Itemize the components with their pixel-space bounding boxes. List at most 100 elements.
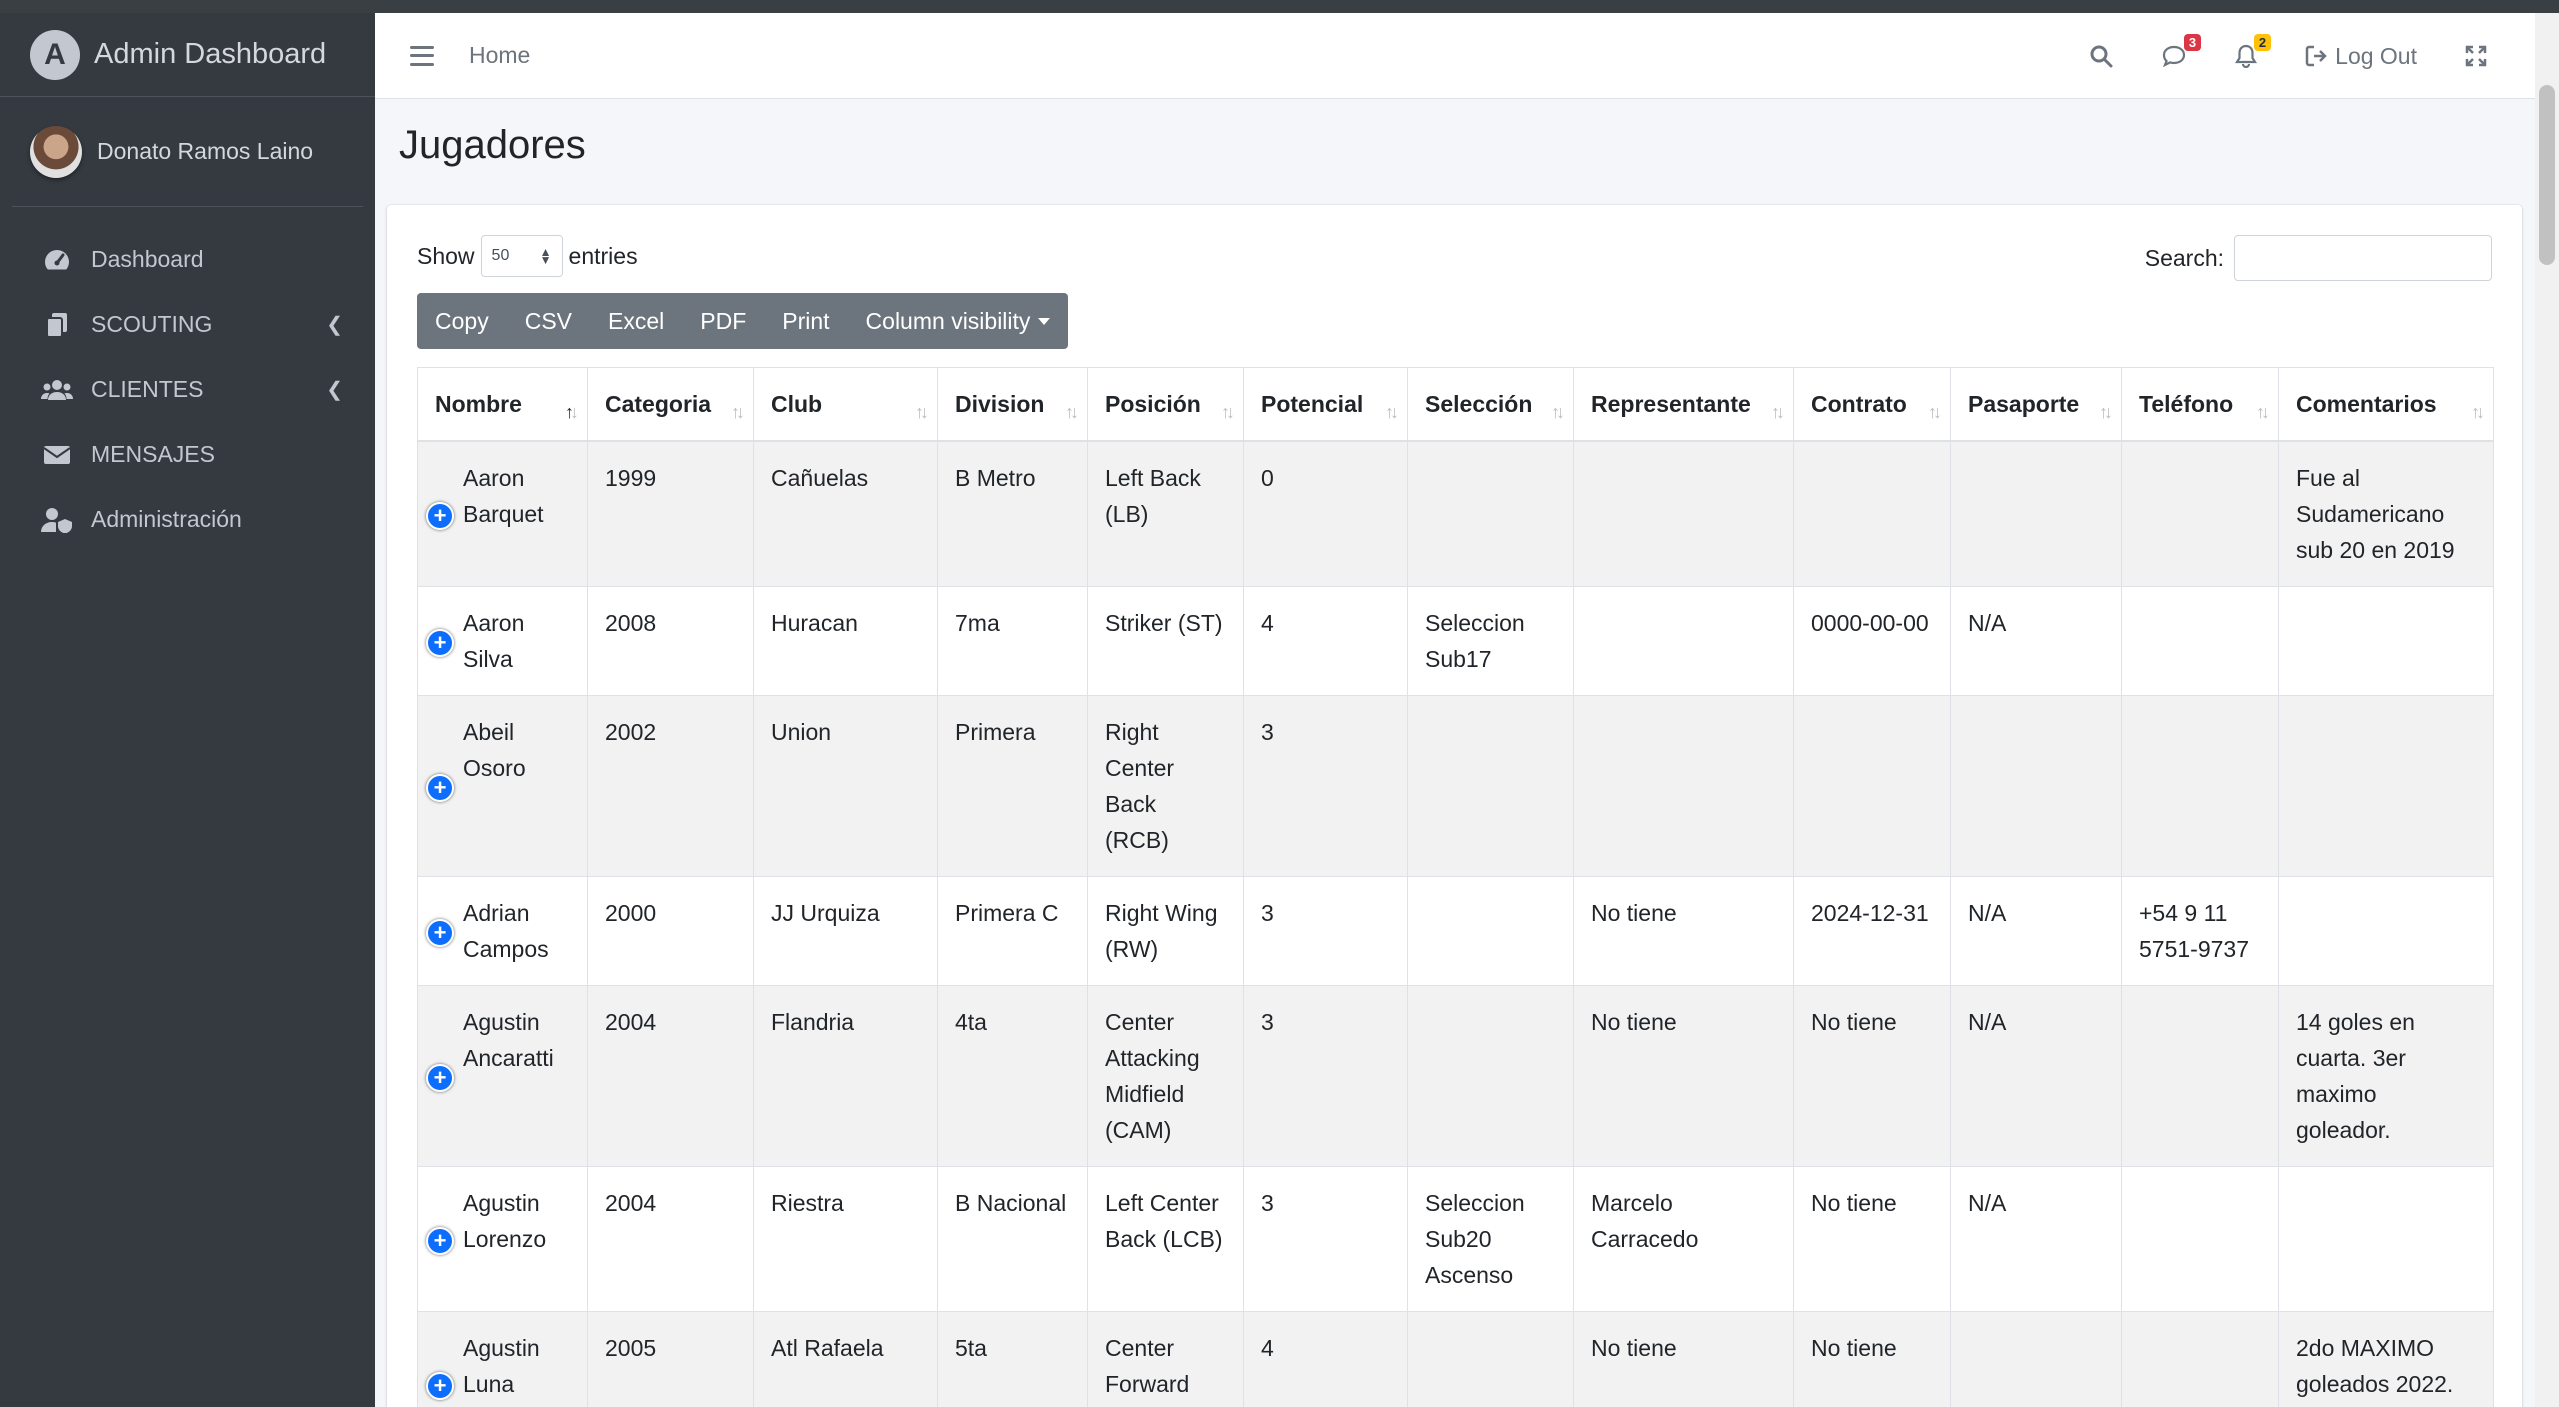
table-cell	[1407, 876, 1574, 986]
column-header-contrato[interactable]: Contrato ↑↓	[1793, 367, 1951, 442]
table-cell	[1407, 695, 1574, 877]
cell-text: 0000-00-00	[1811, 610, 1929, 636]
excel-button[interactable]: Excel	[590, 293, 682, 349]
column-header-telefono[interactable]: Teléfono ↑↓	[2121, 367, 2279, 442]
expand-row-plus-icon[interactable]: +	[426, 919, 454, 947]
table-cell	[1573, 586, 1794, 696]
cell-text: B Nacional	[955, 1190, 1067, 1216]
user-shield-icon	[40, 507, 74, 533]
sort-icon: ↑↓	[1065, 402, 1079, 422]
sort-arrows-icon: ▲ ▼	[539, 245, 552, 267]
table-cell: 2005	[587, 1311, 754, 1407]
table-row[interactable]: + Aaron Silva 2008 Huracan 7ma Striker (ST) 4 S…	[417, 586, 2494, 696]
table-cell: 3	[1243, 695, 1408, 877]
column-header-representante[interactable]: Representante ↑↓	[1573, 367, 1794, 442]
table-search: Search:	[2145, 235, 2492, 281]
expand-row-plus-icon[interactable]: +	[426, 1372, 454, 1400]
table-cell	[2121, 1311, 2279, 1407]
table-cell	[1573, 695, 1794, 877]
table-cell	[1950, 695, 2122, 877]
table-cell: 14 goles en cuarta. 3er maximo goleador.	[2278, 985, 2494, 1167]
browser-top-strip	[0, 0, 2559, 13]
search-input[interactable]	[2234, 235, 2492, 281]
expand-row-plus-icon[interactable]: +	[426, 1064, 454, 1092]
expand-row-plus-icon[interactable]: +	[426, 1227, 454, 1255]
cell-text: 2002	[605, 719, 657, 745]
sign-out-icon	[2305, 45, 2327, 67]
cell-text: 2005	[605, 1335, 657, 1361]
table-cell: No tiene	[1793, 1166, 1951, 1312]
table-cell: +54 9 11 5751-9737	[2121, 876, 2279, 986]
sidebar-item-dashboard[interactable]: Dashboard	[0, 227, 375, 292]
print-button[interactable]: Print	[764, 293, 847, 349]
table-row[interactable]: + Agustin Luna 2005 Atl Rafaela 5ta Center Fo…	[417, 1311, 2494, 1407]
cell-text: 14 goles en cuarta. 3er maximo goleador.	[2296, 1009, 2415, 1143]
sidebar-item-mensajes[interactable]: MENSAJES	[0, 422, 375, 487]
scrollbar-thumb[interactable]	[2539, 85, 2555, 265]
cell-text: 3	[1261, 900, 1274, 926]
hamburger-menu-icon[interactable]	[410, 45, 434, 66]
tachometer-icon	[40, 247, 74, 273]
expand-row-plus-icon[interactable]: +	[426, 774, 454, 802]
cell-text: 2008	[605, 610, 657, 636]
cell-text: 2004	[605, 1190, 657, 1216]
sort-icon: ↑↓	[2099, 402, 2113, 422]
cell-text: B Metro	[955, 465, 1036, 491]
page-scrollbar[interactable]	[2535, 13, 2559, 1407]
table-row[interactable]: + Aaron Barquet 1999 Cañuelas B Metro Left Ba…	[417, 440, 2494, 587]
column-header-posicion[interactable]: Posición ↑↓	[1087, 367, 1244, 442]
top-navbar: Home 3 2 Log Out	[375, 13, 2535, 99]
column-header-seleccion[interactable]: Selección ↑↓	[1407, 367, 1574, 442]
cell-text: No tiene	[1591, 1009, 1677, 1035]
table-row[interactable]: + Agustin Ancaratti 2004 Flandria 4ta Center …	[417, 985, 2494, 1167]
table-cell: 2004	[587, 985, 754, 1167]
table-cell	[1573, 440, 1794, 587]
table-row[interactable]: + Adrian Campos 2000 JJ Urquiza Primera C Rig…	[417, 876, 2494, 986]
cell-text: Agustin Lorenzo	[463, 1190, 547, 1252]
table-cell: No tiene	[1573, 985, 1794, 1167]
sidebar-item-administracion[interactable]: Administración	[0, 487, 375, 552]
fullscreen-icon[interactable]	[2465, 45, 2487, 67]
column-visibility-label: Column visibility	[865, 307, 1031, 334]
column-header-potencial[interactable]: Potencial ↑↓	[1243, 367, 1408, 442]
column-header-division[interactable]: Division ↑↓	[937, 367, 1088, 442]
envelope-icon	[40, 442, 74, 468]
column-header-categoria[interactable]: Categoria ↑↓	[587, 367, 754, 442]
show-label: Show	[417, 242, 475, 269]
cell-text: 4	[1261, 610, 1274, 636]
expand-row-plus-icon[interactable]: +	[426, 502, 454, 530]
length-control: Show 50 ▲ ▼ entries	[417, 235, 638, 277]
user-panel[interactable]: Donato Ramos Laino	[12, 97, 363, 207]
search-icon[interactable]	[2089, 44, 2113, 68]
sort-icon: ↑↓	[1385, 402, 1399, 422]
sort-icon: ↑↓	[1771, 402, 1785, 422]
entries-select[interactable]: 50 ▲ ▼	[480, 235, 563, 277]
brand-link[interactable]: A Admin Dashboard	[0, 13, 375, 97]
messages-dropdown[interactable]: 3	[2161, 34, 2202, 68]
table-row[interactable]: + Abeil Osoro 2002 Union Primera Right Center…	[417, 695, 2494, 877]
table-cell: No tiene	[1573, 876, 1794, 986]
csv-button[interactable]: CSV	[507, 293, 590, 349]
table-cell: Marcelo Carracedo	[1573, 1166, 1794, 1312]
table-cell: N/A	[1950, 985, 2122, 1167]
column-header-nombre[interactable]: Nombre ↑↓	[417, 367, 588, 442]
column-header-pasaporte[interactable]: Pasaporte ↑↓	[1950, 367, 2122, 442]
sidebar-item-clientes[interactable]: CLIENTES ❮	[0, 357, 375, 422]
cell-text: N/A	[1968, 610, 2007, 636]
sort-icon: ↑↓	[2471, 402, 2485, 422]
logout-link[interactable]: Log Out	[2305, 43, 2417, 70]
column-header-club[interactable]: Club ↑↓	[753, 367, 938, 442]
table-row[interactable]: + Agustin Lorenzo 2004 Riestra B Nacional Lef…	[417, 1166, 2494, 1312]
copy-button[interactable]: Copy	[417, 293, 507, 349]
expand-row-plus-icon[interactable]: +	[426, 629, 454, 657]
cell-text: 2do MAXIMO goleados 2022. 14 goles en 16	[2296, 1335, 2454, 1397]
home-link[interactable]: Home	[469, 42, 530, 69]
column-visibility-button[interactable]: Column visibility	[848, 293, 1069, 349]
cell-text: Aaron Silva	[463, 610, 525, 672]
column-header-comentarios[interactable]: Comentarios ↑↓	[2278, 367, 2494, 442]
table-cell: Center Forward (CF)	[1087, 1311, 1244, 1407]
notifications-dropdown[interactable]: 2	[2235, 34, 2272, 68]
chevron-left-icon: ❮	[326, 379, 343, 401]
pdf-button[interactable]: PDF	[682, 293, 764, 349]
sidebar-item-scouting[interactable]: SCOUTING ❮	[0, 292, 375, 357]
